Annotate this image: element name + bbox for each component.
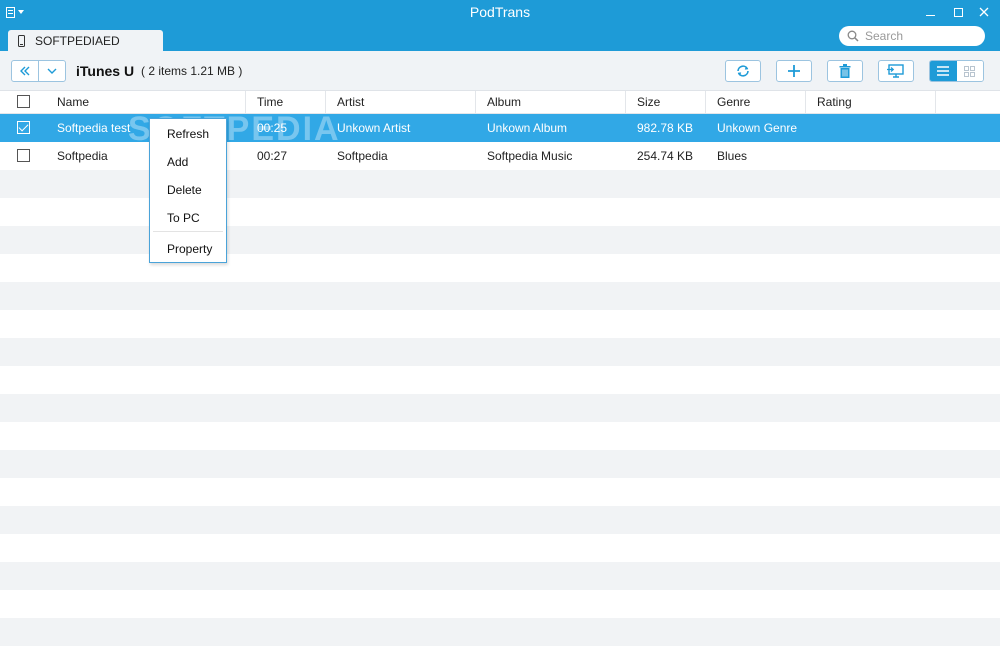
empty-row <box>0 478 1000 506</box>
grid-view-button[interactable] <box>956 61 983 81</box>
cell-artist: Softpedia <box>337 149 388 163</box>
context-menu-refresh[interactable]: Refresh <box>150 123 226 145</box>
cell-genre: Blues <box>717 149 748 163</box>
grid-view-icon <box>964 65 976 77</box>
search-input[interactable] <box>865 29 975 43</box>
empty-row <box>0 422 1000 450</box>
table-header: Name Time Artist Album Size Genre Rating <box>0 91 1000 114</box>
title-bar: PodTrans SOFTPEDIAED <box>0 0 1000 51</box>
empty-row <box>0 310 1000 338</box>
row-checkbox[interactable] <box>17 149 30 162</box>
empty-row <box>0 450 1000 478</box>
refresh-icon <box>737 65 749 77</box>
add-button[interactable] <box>776 60 812 82</box>
context-menu-to-pc[interactable]: To PC <box>150 207 226 229</box>
column-header-size[interactable]: Size <box>626 91 706 114</box>
view-toggle <box>929 60 984 82</box>
cell-size: 254.74 KB <box>637 149 694 163</box>
context-menu: Refresh Add Delete To PC Property <box>149 118 227 263</box>
empty-row <box>0 366 1000 394</box>
maximize-button[interactable] <box>944 2 972 22</box>
context-menu-property[interactable]: Property <box>150 238 226 260</box>
context-menu-add[interactable]: Add <box>150 151 226 173</box>
window-title: PodTrans <box>469 4 531 20</box>
empty-row <box>0 282 1000 310</box>
monitor-export-icon <box>887 64 904 78</box>
item-count: ( 2 items 1.21 MB ) <box>141 64 243 78</box>
search-icon <box>847 30 859 42</box>
empty-row <box>0 618 1000 646</box>
empty-row <box>0 562 1000 590</box>
column-header-artist[interactable]: Artist <box>326 91 476 114</box>
list-view-icon <box>937 66 950 76</box>
minimize-button[interactable] <box>916 2 944 22</box>
column-header-rating[interactable]: Rating <box>806 91 936 114</box>
cell-genre: Unkown Genre <box>717 121 798 135</box>
column-header-genre[interactable]: Genre <box>706 91 806 114</box>
column-header-name[interactable]: Name <box>46 91 246 114</box>
empty-row <box>0 506 1000 534</box>
device-tab[interactable]: SOFTPEDIAED <box>8 30 163 51</box>
close-button[interactable] <box>970 2 998 22</box>
to-pc-button[interactable] <box>878 60 914 82</box>
close-icon <box>979 7 989 17</box>
refresh-button[interactable] <box>725 60 761 82</box>
chevron-down-icon <box>47 68 57 74</box>
list-view-button[interactable] <box>930 61 957 81</box>
context-menu-delete[interactable]: Delete <box>150 179 226 201</box>
double-chevron-left-icon <box>20 66 30 76</box>
column-header-album[interactable]: Album <box>476 91 626 114</box>
cell-rating <box>817 142 935 170</box>
column-header-time[interactable]: Time <box>246 91 326 114</box>
device-name: SOFTPEDIAED <box>35 33 120 48</box>
empty-row <box>0 338 1000 366</box>
context-menu-separator <box>153 231 223 232</box>
delete-button[interactable] <box>827 60 863 82</box>
cell-size: 982.78 KB <box>637 121 694 135</box>
cell-time: 00:27 <box>257 149 288 163</box>
search-box[interactable] <box>839 26 985 46</box>
empty-row <box>0 394 1000 422</box>
row-checkbox[interactable] <box>17 121 30 134</box>
nav-group <box>11 60 66 82</box>
toolbar: iTunes U ( 2 items 1.21 MB ) <box>0 51 1000 91</box>
back-button[interactable] <box>12 61 39 81</box>
cell-rating <box>817 114 935 142</box>
phone-icon <box>18 34 25 47</box>
cell-time: 00:25 <box>257 121 288 135</box>
trash-icon <box>839 64 851 78</box>
cell-album: Unkown Album <box>487 121 568 135</box>
dropdown-button[interactable] <box>39 61 65 81</box>
empty-row <box>0 590 1000 618</box>
plus-icon <box>788 65 800 77</box>
cell-artist: Unkown Artist <box>337 121 411 135</box>
minimize-icon <box>925 14 935 16</box>
cell-album: Softpedia Music <box>487 149 573 163</box>
section-title: iTunes U <box>76 63 135 79</box>
empty-row <box>0 534 1000 562</box>
maximize-icon <box>953 7 963 17</box>
select-all-checkbox[interactable] <box>17 95 30 108</box>
